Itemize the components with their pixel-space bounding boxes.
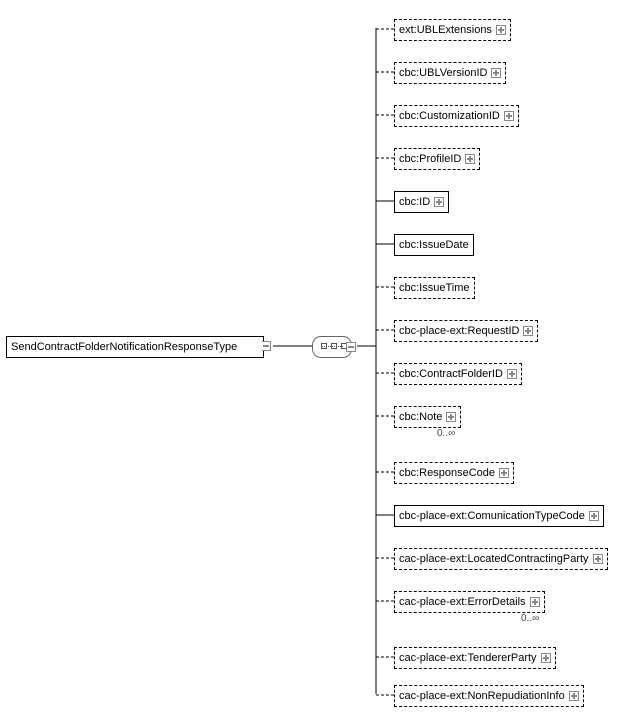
child-label: cbc:UBLVersionID	[399, 67, 487, 79]
child-label: cbc:ID	[399, 196, 430, 208]
cardinality-label: 0..∞	[521, 613, 539, 624]
child-label: cac-place-ext:TendererParty	[399, 652, 537, 664]
child-node[interactable]: cbc:ContractFolderID	[394, 363, 522, 385]
child-label: cac-place-ext:LocatedContractingParty	[399, 553, 589, 565]
root-expander-icon[interactable]	[262, 341, 271, 351]
expand-icon[interactable]	[523, 326, 533, 336]
expand-icon[interactable]	[569, 691, 579, 701]
root-node[interactable]: SendContractFolderNotificationResponseTy…	[6, 336, 264, 358]
expand-icon[interactable]	[541, 653, 551, 663]
expand-icon[interactable]	[593, 554, 603, 564]
child-node[interactable]: cbc:ResponseCode	[394, 462, 514, 484]
child-node[interactable]: cac-place-ext:ErrorDetails	[394, 591, 545, 613]
child-node[interactable]: cbc:CustomizationID	[394, 105, 519, 127]
expand-icon[interactable]	[465, 154, 475, 164]
child-label: cac-place-ext:NonRepudiationInfo	[399, 690, 565, 702]
child-node[interactable]: cbc-place-ext:RequestID	[394, 320, 538, 342]
child-node[interactable]: cbc:ProfileID	[394, 148, 480, 170]
child-label: cbc:ProfileID	[399, 153, 461, 165]
expand-icon[interactable]	[434, 197, 444, 207]
cardinality-label: 0..∞	[437, 428, 455, 439]
child-node[interactable]: cac-place-ext:LocatedContractingParty	[394, 548, 608, 570]
child-node[interactable]: ext:UBLExtensions	[394, 19, 511, 41]
child-label: cbc:CustomizationID	[399, 110, 500, 122]
child-node[interactable]: cbc:IssueTime	[394, 277, 475, 299]
child-node[interactable]: cbc:IssueDate	[394, 234, 474, 256]
child-node[interactable]: cbc:UBLVersionID	[394, 62, 506, 84]
child-label: cbc:IssueTime	[399, 282, 470, 294]
expand-icon[interactable]	[530, 597, 540, 607]
child-label: cbc:ContractFolderID	[399, 368, 503, 380]
child-label: cbc:Note	[399, 411, 442, 423]
child-label: cbc:IssueDate	[399, 239, 469, 251]
expand-icon[interactable]	[504, 111, 514, 121]
expand-icon[interactable]	[507, 369, 517, 379]
child-node[interactable]: cac-place-ext:NonRepudiationInfo	[394, 685, 584, 707]
expand-icon[interactable]	[499, 468, 509, 478]
child-label: cbc-place-ext:RequestID	[399, 325, 519, 337]
child-node[interactable]: cbc-place-ext:ComunicationTypeCode	[394, 505, 604, 527]
root-label: SendContractFolderNotificationResponseTy…	[11, 341, 237, 353]
sequence-compositor[interactable]	[312, 336, 352, 358]
sequence-expander-icon[interactable]	[346, 342, 356, 352]
child-label: cbc-place-ext:ComunicationTypeCode	[399, 510, 585, 522]
expand-icon[interactable]	[491, 68, 501, 78]
child-node[interactable]: cbc:Note	[394, 406, 461, 428]
child-label: cac-place-ext:ErrorDetails	[399, 596, 526, 608]
child-label: ext:UBLExtensions	[399, 24, 492, 36]
child-label: cbc:ResponseCode	[399, 467, 495, 479]
child-node[interactable]: cbc:ID	[394, 191, 449, 213]
child-node[interactable]: cac-place-ext:TendererParty	[394, 647, 556, 669]
expand-icon[interactable]	[496, 25, 506, 35]
expand-icon[interactable]	[446, 412, 456, 422]
expand-icon[interactable]	[589, 511, 599, 521]
